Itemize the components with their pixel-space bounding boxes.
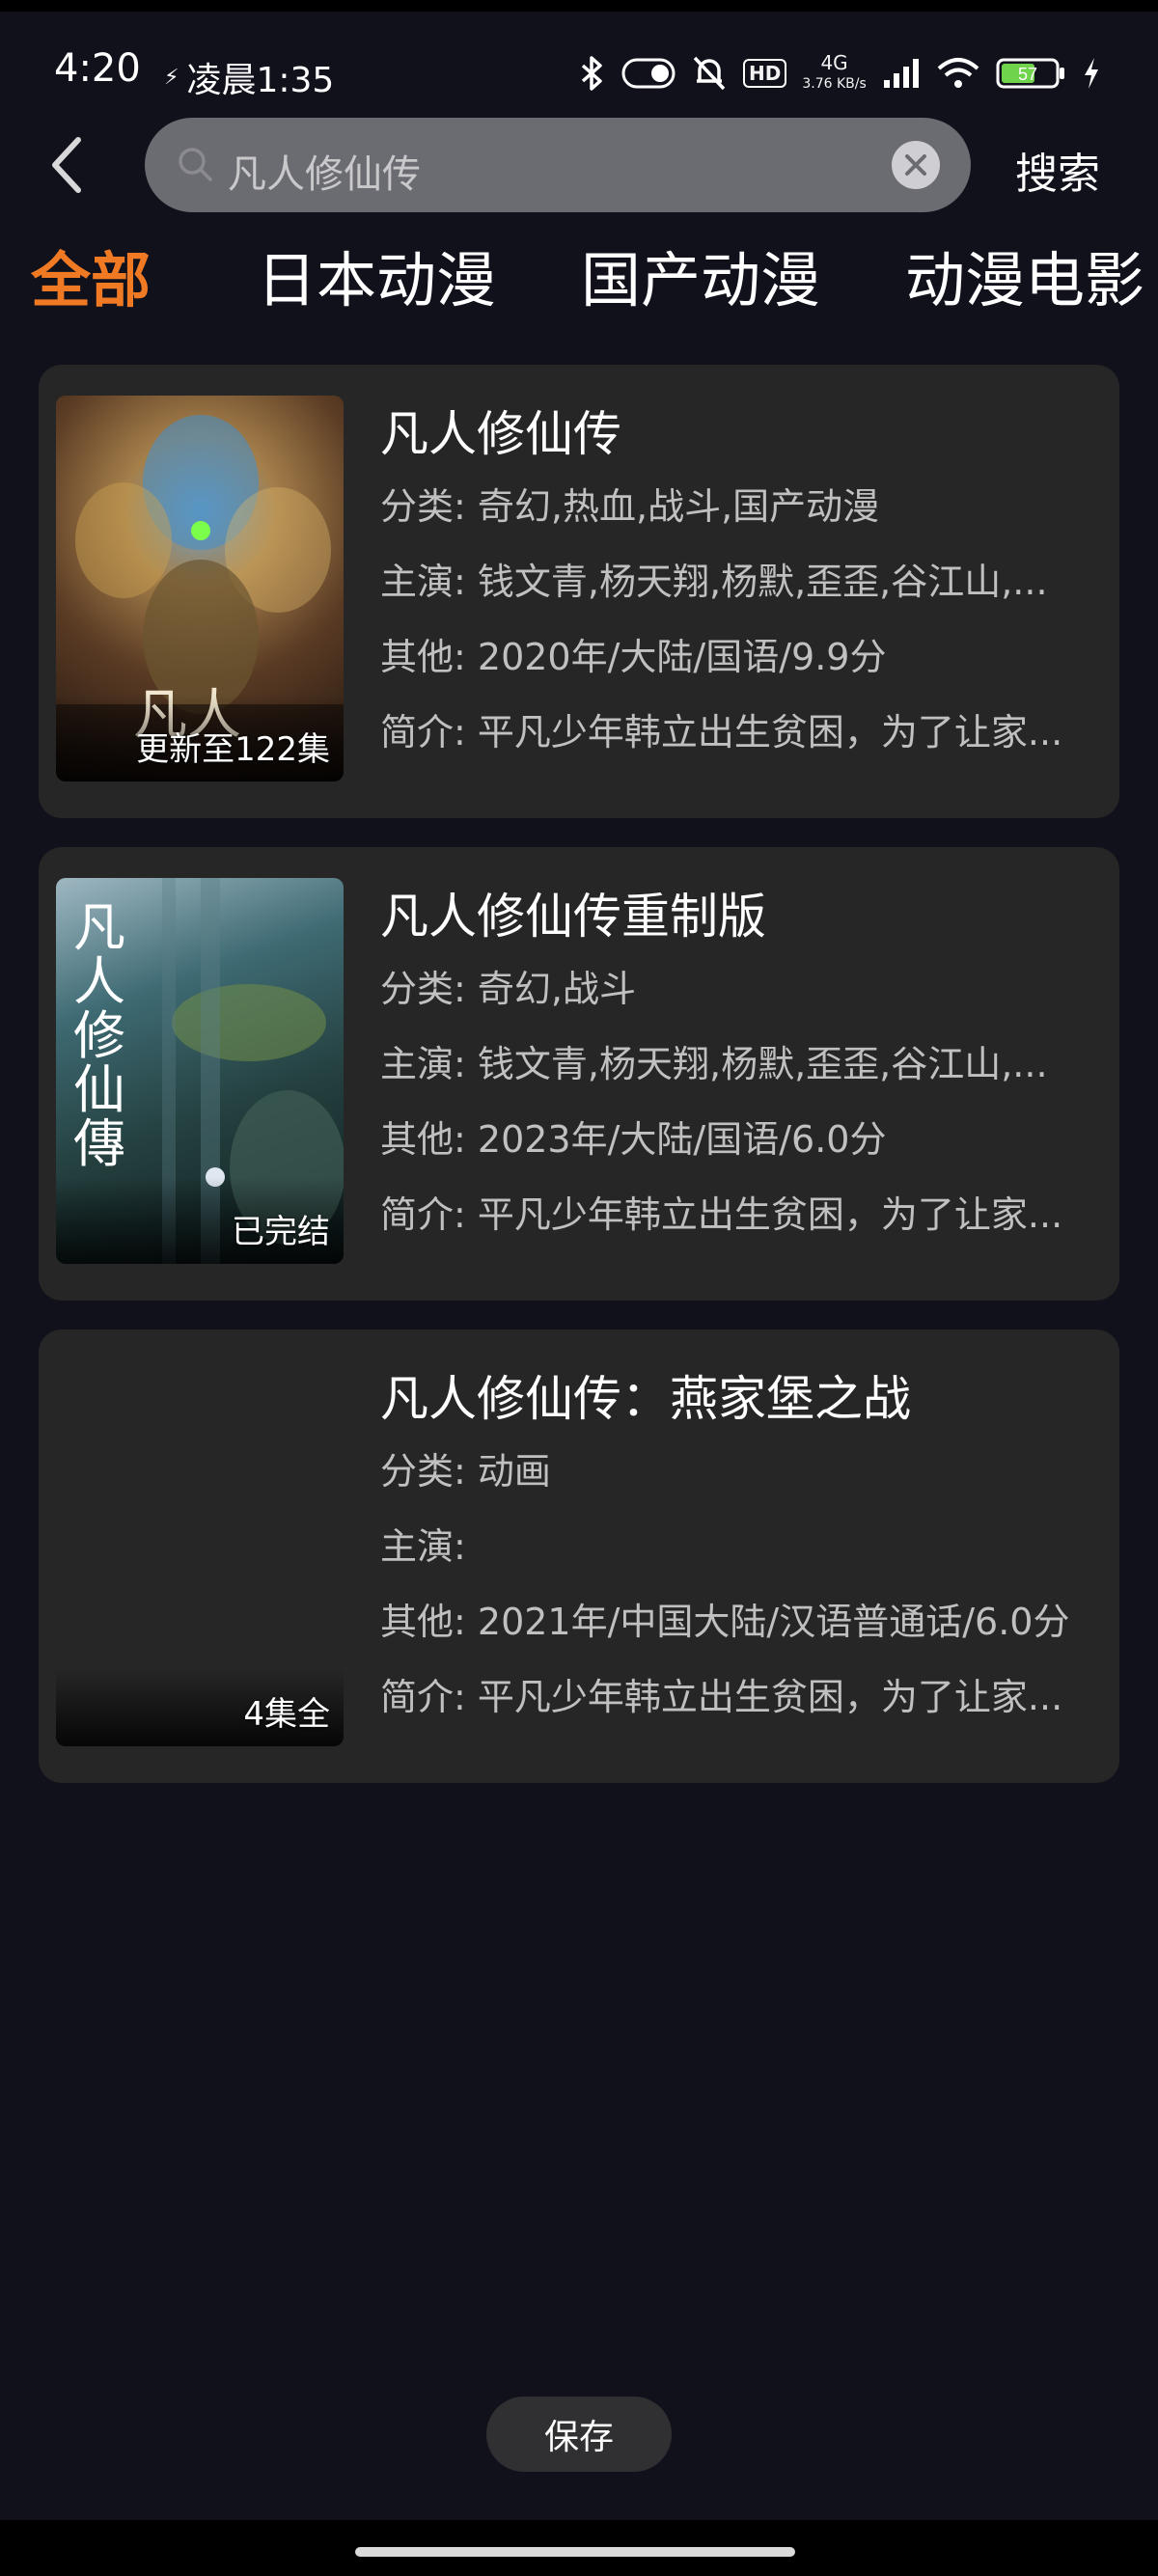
poster-image[interactable]: 凡人 更新至122集	[56, 396, 344, 781]
summary-value: 平凡少年韩立出生贫困，为了让家...	[477, 711, 1063, 754]
summary-label: 简介:	[380, 1193, 466, 1236]
charging-icon	[1084, 58, 1098, 89]
other-label: 其他:	[380, 636, 466, 678]
network-speed: 4G 3.76 KB/s	[802, 52, 866, 95]
summary-row: 简介: 平凡少年韩立出生贫困，为了让家...	[380, 695, 1094, 770]
save-button[interactable]: 保存	[486, 2397, 672, 2472]
search-field[interactable]: 凡人修仙传	[145, 118, 971, 212]
dual-clock-icon: ⚡	[164, 66, 179, 90]
cast-row: 主演:	[380, 1509, 1094, 1584]
summary-label: 简介:	[380, 711, 466, 754]
result-title[interactable]: 凡人修仙传	[380, 399, 1094, 469]
summary-label: 简介:	[380, 1676, 466, 1718]
summary-value: 平凡少年韩立出生贫困，为了让家...	[477, 1676, 1063, 1718]
battery-icon: 57	[996, 58, 1064, 89]
tab-all[interactable]: 全部	[31, 232, 151, 318]
cast-label: 主演:	[380, 1043, 466, 1085]
tab-anime-movies[interactable]: 动漫电影	[905, 232, 1144, 318]
episode-badge: 4集全	[243, 1695, 330, 1734]
result-card[interactable]: 凡人 更新至122集 凡人修仙传 分类: 奇幻,热血,战斗,国产动漫 主演: 钱…	[39, 365, 1119, 818]
result-title[interactable]: 凡人修仙传：燕家堡之战	[380, 1364, 1094, 1434]
back-button[interactable]	[41, 135, 91, 195]
other-label: 其他:	[380, 1601, 466, 1643]
other-label: 其他:	[380, 1118, 466, 1161]
result-card[interactable]: 4集全 凡人修仙传：燕家堡之战 分类: 动画 主演: 其他: 2021年/中国大…	[39, 1329, 1119, 1783]
category-label: 分类:	[380, 1450, 466, 1493]
status-badge: 已完结	[232, 1213, 330, 1251]
speed-text: 3.76 KB/s	[802, 76, 867, 92]
status-alt-clock: ⚡ 凌晨1:35	[164, 52, 334, 102]
mute-bell-icon	[693, 56, 726, 91]
cast-value: 钱文青,杨天翔,杨默,歪歪,谷江山,...	[477, 561, 1048, 603]
other-value: 2023年/大陆/国语/6.0分	[477, 1118, 887, 1161]
search-input[interactable]: 凡人修仙传	[228, 143, 421, 199]
category-tabs: 全部 日本动漫 国产动漫 动漫电影	[0, 232, 1158, 328]
tab-chinese-anime[interactable]: 国产动漫	[581, 232, 820, 318]
poster-image[interactable]: 凡人修仙傳 已完结	[56, 878, 344, 1264]
result-info: 凡人修仙传重制版 分类: 奇幻,战斗 主演: 钱文青,杨天翔,杨默,歪歪,谷江山…	[380, 882, 1094, 1252]
toggle-icon	[621, 58, 676, 89]
tab-japanese-anime[interactable]: 日本动漫	[257, 232, 496, 318]
other-row: 其他: 2020年/大陆/国语/9.9分	[380, 619, 1094, 695]
wifi-icon	[937, 58, 979, 88]
hd-icon: HD	[743, 59, 787, 88]
category-row: 分类: 动画	[380, 1434, 1094, 1509]
cast-label: 主演:	[380, 561, 466, 603]
result-title[interactable]: 凡人修仙传重制版	[380, 882, 1094, 951]
search-button[interactable]: 搜索	[1015, 139, 1100, 201]
cast-value: 钱文青,杨天翔,杨默,歪歪,谷江山,...	[477, 1043, 1048, 1085]
status-time: 4:20	[54, 46, 141, 91]
home-indicator[interactable]	[355, 2547, 795, 2557]
search-icon	[179, 148, 212, 181]
other-row: 其他: 2023年/大陆/国语/6.0分	[380, 1102, 1094, 1177]
category-label: 分类:	[380, 485, 466, 528]
cast-row: 主演: 钱文青,杨天翔,杨默,歪歪,谷江山,...	[380, 544, 1094, 619]
top-edge	[0, 0, 1158, 12]
signal-icon	[883, 59, 919, 88]
cast-row: 主演: 钱文青,杨天翔,杨默,歪歪,谷江山,...	[380, 1027, 1094, 1102]
close-icon	[905, 154, 926, 176]
category-row: 分类: 奇幻,战斗	[380, 951, 1094, 1027]
cast-label: 主演:	[380, 1525, 466, 1568]
battery-percent: 57	[1018, 65, 1037, 84]
category-value: 奇幻,热血,战斗,国产动漫	[477, 485, 880, 528]
category-value: 奇幻,战斗	[477, 968, 636, 1010]
result-card[interactable]: 凡人修仙傳 已完结 凡人修仙传重制版 分类: 奇幻,战斗 主演: 钱文青,杨天翔…	[39, 847, 1119, 1301]
category-value: 动画	[477, 1450, 551, 1493]
status-icons: HD 4G 3.76 KB/s 57	[577, 52, 1100, 95]
result-info: 凡人修仙传：燕家堡之战 分类: 动画 主演: 其他: 2021年/中国大陆/汉语…	[380, 1364, 1094, 1735]
other-value: 2021年/中国大陆/汉语普通话/6.0分	[477, 1601, 1070, 1643]
status-bar: 4:20 ⚡ 凌晨1:35 HD 4G 3.76 KB/s 57	[0, 39, 1158, 106]
network-type: 4G	[820, 51, 848, 74]
clear-search-button[interactable]	[892, 141, 940, 189]
episode-badge: 更新至122集	[136, 730, 330, 769]
other-row: 其他: 2021年/中国大陆/汉语普通话/6.0分	[380, 1584, 1094, 1659]
poster-calligraphy: 凡人修仙傳	[73, 897, 125, 1174]
alt-clock-text: 凌晨1:35	[186, 61, 335, 100]
chevron-left-icon	[52, 137, 81, 193]
result-info: 凡人修仙传 分类: 奇幻,热血,战斗,国产动漫 主演: 钱文青,杨天翔,杨默,歪…	[380, 399, 1094, 770]
poster-image[interactable]: 4集全	[56, 1360, 344, 1746]
summary-row: 简介: 平凡少年韩立出生贫困，为了让家...	[380, 1659, 1094, 1735]
summary-row: 简介: 平凡少年韩立出生贫困，为了让家...	[380, 1177, 1094, 1252]
category-row: 分类: 奇幻,热血,战斗,国产动漫	[380, 469, 1094, 544]
bluetooth-icon	[581, 56, 602, 91]
category-label: 分类:	[380, 968, 466, 1010]
summary-value: 平凡少年韩立出生贫困，为了让家...	[477, 1193, 1063, 1236]
other-value: 2020年/大陆/国语/9.9分	[477, 636, 887, 678]
